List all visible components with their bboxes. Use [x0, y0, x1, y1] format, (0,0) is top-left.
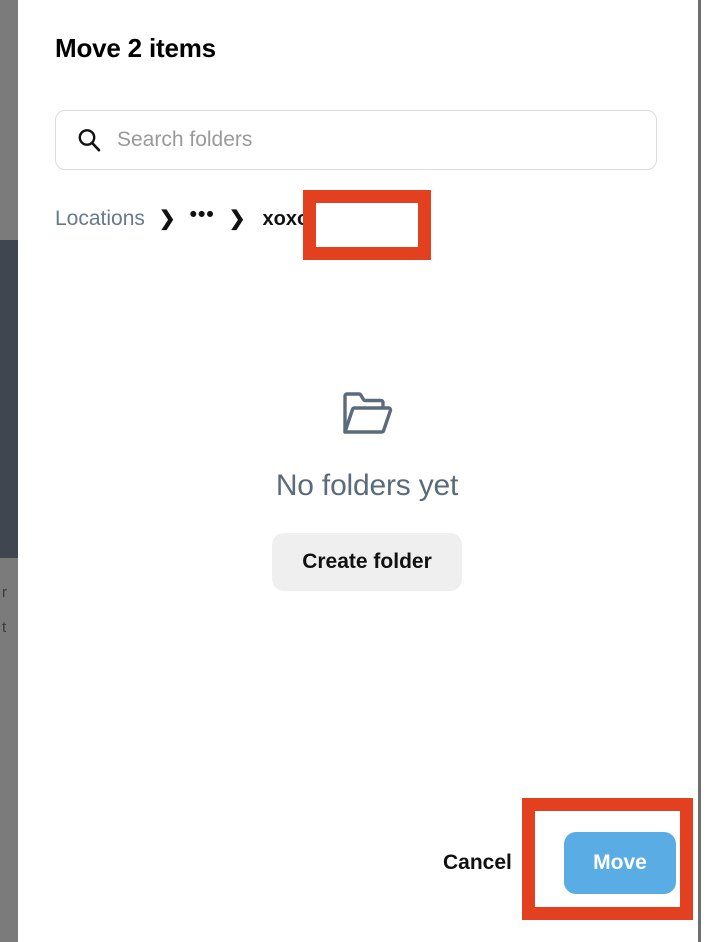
cancel-button[interactable]: Cancel — [433, 843, 522, 883]
search-folders-box[interactable] — [55, 110, 657, 170]
breadcrumb-item-current[interactable]: xoxo — [260, 208, 310, 231]
create-folder-button[interactable]: Create folder — [272, 533, 462, 591]
empty-state: No folders yet Create folder — [36, 390, 698, 591]
background-text-fragment: t — [2, 620, 7, 635]
move-button[interactable]: Move — [564, 832, 676, 894]
move-items-dialog: Move 2 items Locations ❯ ••• ❯ xoxo No f… — [18, 0, 698, 942]
empty-state-title: No folders yet — [275, 469, 459, 502]
breadcrumb: Locations ❯ ••• ❯ xoxo — [55, 204, 309, 234]
chevron-right-icon: ❯ — [158, 208, 176, 230]
breadcrumb-overflow-ellipsis[interactable]: ••• — [190, 204, 215, 225]
open-folder-icon — [343, 392, 393, 434]
chevron-right-icon: ❯ — [228, 208, 246, 230]
background-sidebar — [0, 240, 18, 558]
search-icon — [78, 129, 101, 152]
right-gutter-divider — [698, 0, 701, 942]
search-input[interactable] — [117, 120, 617, 160]
dialog-title: Move 2 items — [55, 33, 216, 63]
background-text-fragment: r — [2, 585, 7, 600]
breadcrumb-item-locations[interactable]: Locations — [55, 207, 145, 231]
